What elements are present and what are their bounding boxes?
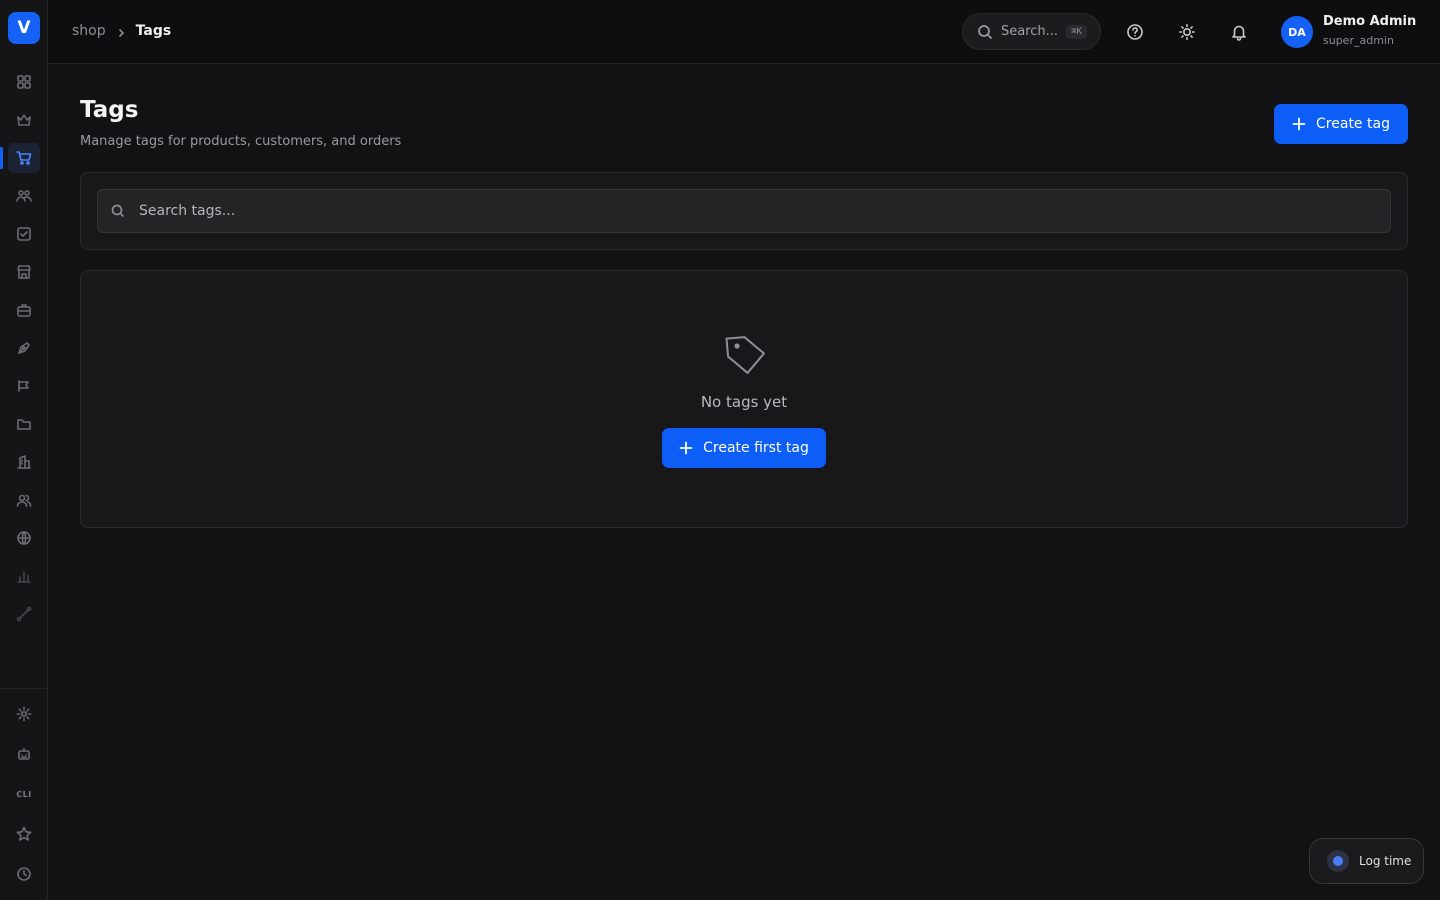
sidebar-item-design[interactable] bbox=[8, 333, 40, 363]
breadcrumb-parent[interactable]: shop bbox=[72, 23, 106, 39]
sidebar-item-shop[interactable] bbox=[8, 143, 40, 173]
sidebar-item-analytics[interactable] bbox=[8, 561, 40, 591]
sidebar-item-users[interactable] bbox=[8, 181, 40, 211]
bell-icon bbox=[1232, 25, 1246, 41]
plus-icon bbox=[679, 441, 693, 455]
page-subtitle: Manage tags for products, customers, and… bbox=[80, 134, 402, 149]
timer-icon bbox=[1327, 850, 1349, 872]
megaphone-icon bbox=[18, 380, 29, 392]
route-icon bbox=[16, 606, 32, 622]
store-icon bbox=[17, 265, 31, 279]
sidebar-item-files[interactable] bbox=[8, 409, 40, 439]
sidebar-item-favorites[interactable] bbox=[8, 819, 40, 849]
search-icon bbox=[978, 24, 993, 39]
help-circle-icon bbox=[1127, 24, 1143, 40]
user-name[interactable]: Demo Admin bbox=[1323, 14, 1416, 29]
create-tag-label: Create tag bbox=[1316, 116, 1390, 132]
user-role: super_admin bbox=[1323, 34, 1394, 47]
sidebar-item-routes[interactable] bbox=[8, 599, 40, 629]
star-icon bbox=[16, 826, 32, 841]
robot-icon bbox=[18, 747, 30, 760]
sidebar-item-settings[interactable] bbox=[8, 699, 40, 729]
search-shortcut-badge: ⌘K bbox=[1066, 24, 1087, 39]
sidebar-item-team[interactable] bbox=[8, 485, 40, 515]
theme-toggle-button[interactable] bbox=[1175, 20, 1199, 44]
pen-tool-icon bbox=[18, 342, 30, 354]
global-search-button[interactable]: Search... ⌘K bbox=[962, 13, 1101, 50]
sun-icon bbox=[1179, 24, 1195, 40]
tag-search-field[interactable] bbox=[97, 189, 1391, 233]
help-button[interactable] bbox=[1123, 20, 1147, 44]
sidebar-item-tasks[interactable] bbox=[8, 219, 40, 249]
shopping-cart-icon bbox=[16, 151, 32, 165]
dashboard-grid-icon bbox=[17, 75, 31, 89]
sidebar-item-marketing[interactable] bbox=[8, 371, 40, 401]
create-tag-button[interactable]: Create tag bbox=[1274, 104, 1408, 144]
sidebar-item-crown[interactable] bbox=[8, 105, 40, 135]
global-search-label: Search... bbox=[1001, 24, 1059, 39]
crown-icon bbox=[17, 114, 31, 126]
sidebar-item-briefcase[interactable] bbox=[8, 295, 40, 325]
sidebar-item-web[interactable] bbox=[8, 523, 40, 553]
page-title: Tags bbox=[80, 97, 139, 123]
empty-state-message: No tags yet bbox=[700, 393, 788, 411]
filter-card bbox=[80, 172, 1408, 250]
breadcrumb-current: Tags bbox=[135, 23, 172, 39]
users-icon bbox=[16, 190, 32, 202]
folder-icon bbox=[17, 419, 31, 430]
briefcase-icon bbox=[17, 304, 31, 317]
clock-icon bbox=[17, 867, 31, 881]
tag-search-input[interactable] bbox=[139, 203, 1339, 219]
sidebar-item-dashboard[interactable] bbox=[8, 67, 40, 97]
log-time-button[interactable]: Log time bbox=[1309, 838, 1424, 884]
chevron-right-icon bbox=[116, 26, 126, 38]
create-first-tag-button[interactable]: Create first tag bbox=[662, 428, 826, 468]
create-first-tag-label: Create first tag bbox=[703, 440, 809, 456]
sidebar: V CLI bbox=[0, 0, 48, 900]
sidebar-item-ai[interactable] bbox=[8, 739, 40, 769]
top-header: shop Tags Search... ⌘K DA Demo Admin sup… bbox=[48, 0, 1440, 64]
sidebar-item-store[interactable] bbox=[8, 257, 40, 287]
sidebar-item-history[interactable] bbox=[8, 859, 40, 889]
avatar[interactable]: DA bbox=[1281, 16, 1313, 48]
building-icon bbox=[17, 455, 31, 469]
sidebar-item-cli[interactable]: CLI bbox=[8, 779, 40, 809]
sidebar-divider bbox=[0, 688, 48, 689]
bar-chart-icon bbox=[17, 571, 31, 583]
globe-icon bbox=[17, 531, 31, 545]
notifications-button[interactable] bbox=[1227, 20, 1251, 44]
plus-icon bbox=[1292, 117, 1306, 131]
cli-icon: CLI bbox=[16, 789, 32, 799]
active-indicator bbox=[0, 147, 3, 169]
settings-icon bbox=[16, 706, 32, 722]
team-icon bbox=[16, 494, 32, 507]
log-time-label: Log time bbox=[1359, 854, 1412, 868]
tag-icon bbox=[722, 331, 770, 379]
checkbox-icon bbox=[17, 227, 31, 241]
breadcrumb: shop Tags bbox=[72, 23, 171, 39]
search-icon bbox=[111, 204, 125, 218]
empty-state-card: No tags yet Create first tag bbox=[80, 270, 1408, 528]
sidebar-item-companies[interactable] bbox=[8, 447, 40, 477]
app-logo[interactable]: V bbox=[8, 12, 40, 44]
